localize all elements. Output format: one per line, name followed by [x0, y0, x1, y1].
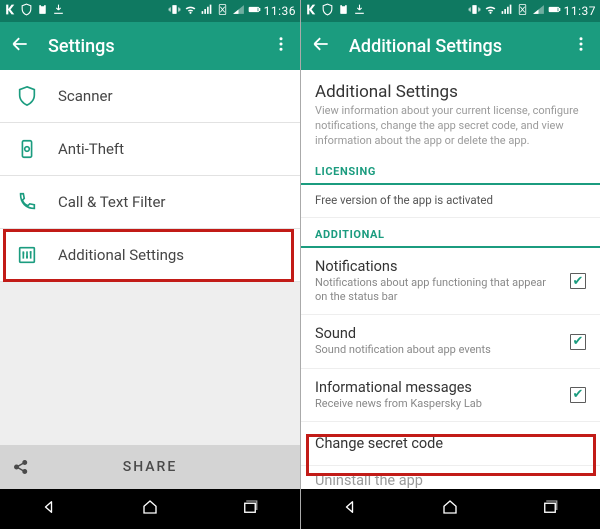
checkbox[interactable]: ✔ [570, 387, 586, 403]
page-description: View information about your current lice… [301, 104, 600, 159]
section-header-licensing: LICENSING [301, 159, 600, 185]
nav-back-button[interactable] [41, 498, 59, 520]
no-sim-icon [216, 3, 229, 19]
checkbox[interactable]: ✔ [570, 334, 586, 350]
signal-icon-2 [232, 3, 245, 19]
wifi-icon [484, 3, 497, 19]
licensing-status[interactable]: Free version of the app is activated [301, 185, 600, 218]
status-bar: 11:36 [0, 0, 300, 22]
settings-item-label: Scanner [58, 87, 113, 105]
download-icon [52, 3, 65, 19]
share-label: SHARE [42, 459, 300, 475]
row-subtitle: Sound notification about app events [315, 343, 560, 357]
row-subtitle: Receive news from Kaspersky Lab [315, 397, 560, 411]
status-bar: 11:37 [301, 0, 600, 22]
overflow-menu-button[interactable] [272, 35, 290, 57]
section-header-additional: ADDITIONAL [301, 222, 600, 248]
nav-home-button[interactable] [441, 498, 459, 520]
app-bar: Settings [0, 22, 300, 70]
scanner-icon [16, 85, 38, 107]
row-title: Uninstall the app [315, 472, 586, 489]
row-title: Sound [315, 325, 560, 342]
back-button[interactable] [311, 34, 331, 58]
row-title: Informational messages [315, 379, 560, 396]
checkbox[interactable]: ✔ [570, 273, 586, 289]
nav-bar [0, 489, 300, 529]
sliders-icon [16, 244, 38, 266]
app-bar: Additional Settings [301, 22, 600, 70]
shield-icon [321, 3, 334, 19]
kaspersky-icon [4, 3, 17, 19]
battery-icon [248, 3, 261, 19]
settings-list: Scanner Anti-Theft Call & Text Filter Ad… [0, 70, 300, 445]
battery-icon [548, 3, 561, 19]
settings-item-label: Call & Text Filter [58, 193, 165, 211]
antitheft-icon [16, 138, 38, 160]
settings-item-label: Additional Settings [58, 246, 184, 264]
settings-item-calltext[interactable]: Call & Text Filter [0, 176, 300, 229]
shield-icon [20, 3, 33, 19]
page-heading: Additional Settings [301, 70, 600, 104]
nav-back-button[interactable] [342, 498, 360, 520]
row-uninstall[interactable]: Uninstall the app [301, 466, 600, 489]
share-icon [0, 458, 42, 476]
row-sound[interactable]: Sound Sound notification about app event… [301, 315, 600, 368]
row-title: Change secret code [315, 435, 586, 452]
settings-item-label: Anti-Theft [58, 140, 124, 158]
vibrate-icon [168, 3, 181, 19]
phone-icon [16, 191, 38, 213]
settings-item-scanner[interactable]: Scanner [0, 70, 300, 123]
clock: 11:37 [564, 4, 596, 18]
kaspersky-icon [305, 3, 318, 19]
row-change-secret-code[interactable]: Change secret code [301, 422, 600, 466]
settings-item-additional[interactable]: Additional Settings [0, 229, 300, 282]
nav-bar [301, 489, 600, 529]
row-subtitle: Notifications about app functioning that… [315, 276, 560, 305]
signal-icon [200, 3, 213, 19]
appbar-title: Additional Settings [349, 36, 554, 57]
share-bar[interactable]: SHARE [0, 445, 300, 489]
clipboard-icon [337, 3, 350, 19]
clipboard-icon [36, 3, 49, 19]
settings-scroll[interactable]: Additional Settings View information abo… [301, 70, 600, 489]
row-notifications[interactable]: Notifications Notifications about app fu… [301, 248, 600, 316]
back-button[interactable] [10, 34, 30, 58]
screen-additional-settings: 11:37 Additional Settings Additional Set… [300, 0, 600, 529]
nav-recents-button[interactable] [541, 498, 559, 520]
nav-recents-button[interactable] [241, 498, 259, 520]
signal-icon-2 [532, 3, 545, 19]
appbar-title: Settings [48, 36, 254, 57]
screen-settings: 11:36 Settings Scanner Anti-Theft Call &… [0, 0, 300, 529]
wifi-icon [184, 3, 197, 19]
overflow-menu-button[interactable] [572, 35, 590, 57]
nav-home-button[interactable] [141, 498, 159, 520]
settings-item-antitheft[interactable]: Anti-Theft [0, 123, 300, 176]
no-sim-icon [516, 3, 529, 19]
signal-icon [500, 3, 513, 19]
clock: 11:36 [264, 4, 296, 18]
vibrate-icon [468, 3, 481, 19]
row-title: Notifications [315, 258, 560, 275]
row-info-messages[interactable]: Informational messages Receive news from… [301, 369, 600, 422]
download-icon [353, 3, 366, 19]
